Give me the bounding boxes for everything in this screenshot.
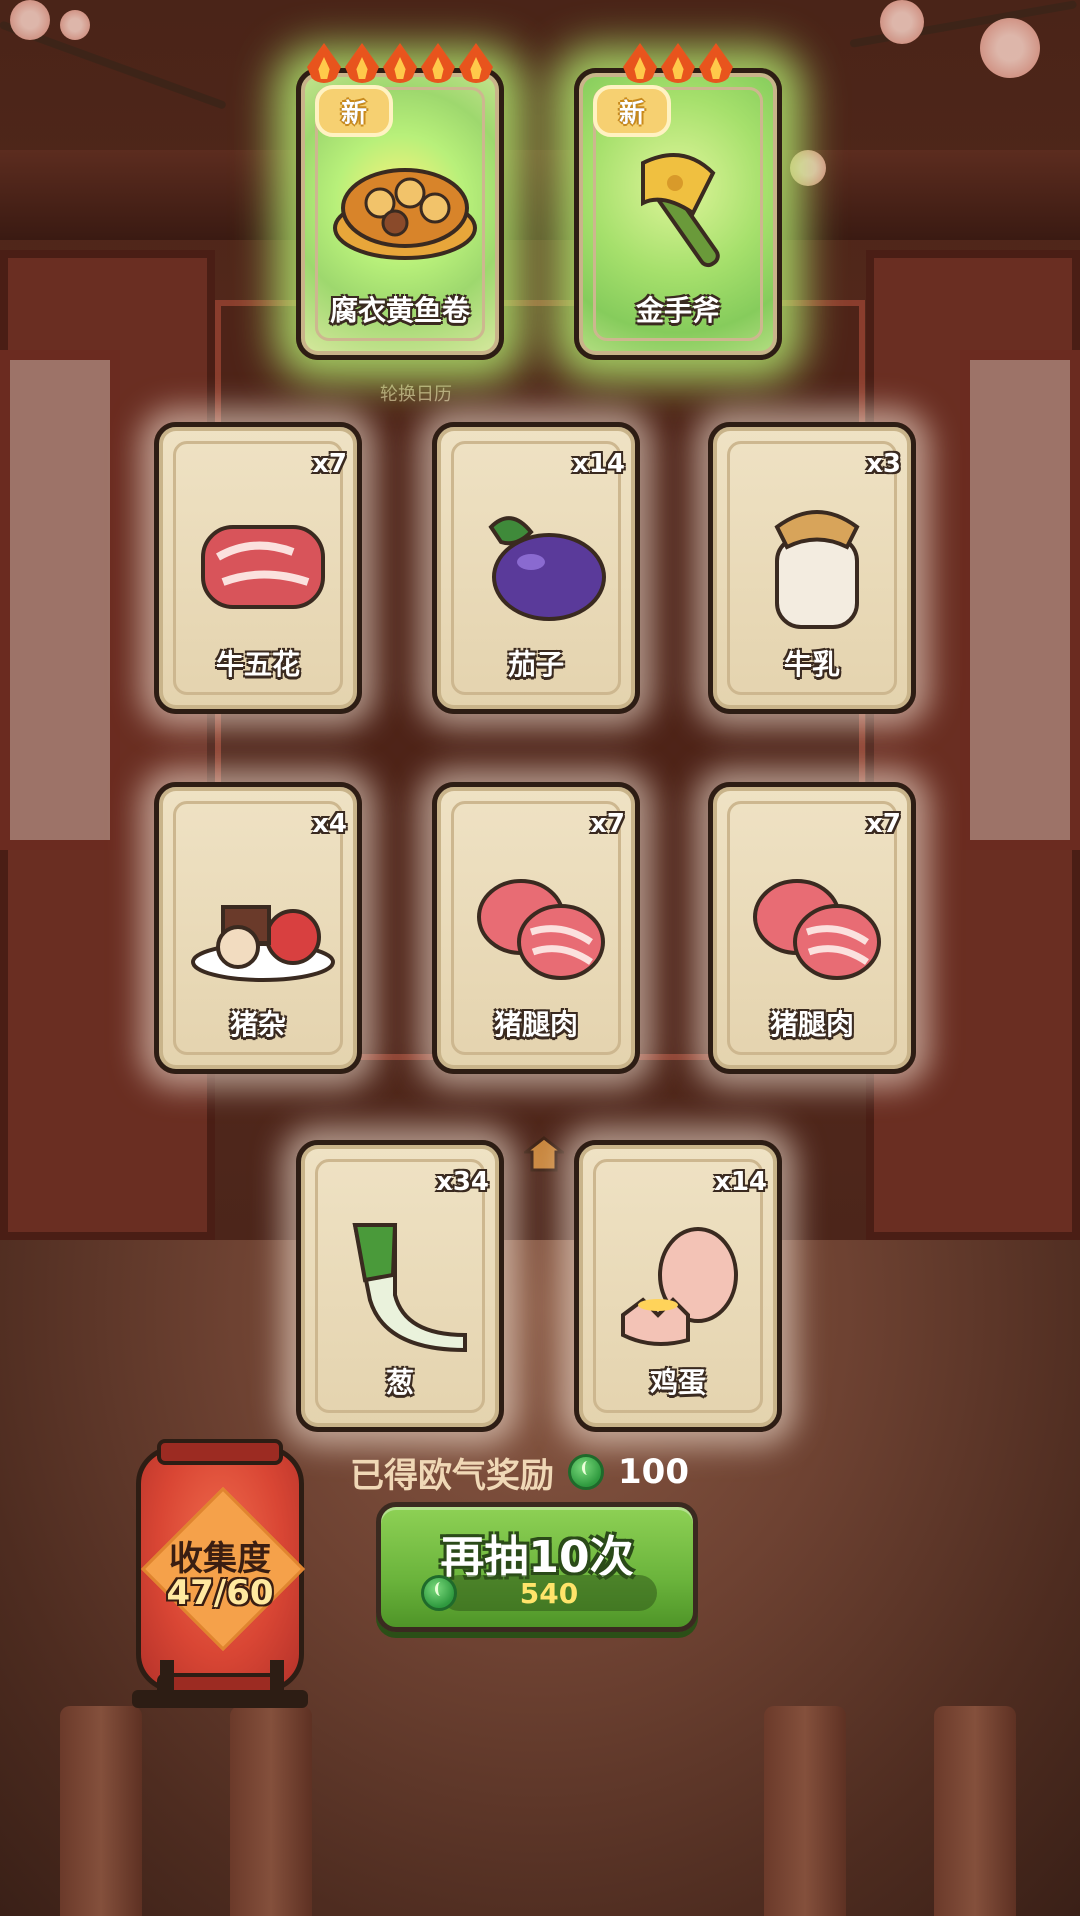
- flame-icon: [699, 43, 733, 83]
- milk-jar-icon: [774, 510, 860, 629]
- scallion-icon: [352, 1223, 467, 1353]
- redraw-cost-value: 540: [519, 1576, 579, 1610]
- ingredient-card[interactable]: x4 猪杂: [154, 782, 362, 1074]
- ingredient-card[interactable]: x7 牛五花: [154, 422, 362, 714]
- card-name: 牛乳: [783, 648, 840, 681]
- card-quantity: x14: [714, 1167, 767, 1197]
- luck-reward: 已得欧气奖励 100: [350, 1450, 730, 1496]
- beef-icon: [201, 525, 325, 609]
- ingredient-card[interactable]: x7 猪腿肉: [432, 782, 640, 1074]
- fence-post: [230, 1706, 312, 1916]
- card-quantity: x4: [312, 809, 347, 839]
- ingredient-card[interactable]: x14 茄子: [432, 422, 640, 714]
- blossom: [60, 10, 90, 40]
- collection-lantern[interactable]: 收集度 47/60: [136, 1439, 306, 1699]
- rarity-flames: [301, 43, 499, 83]
- card-name: 猪腿肉: [769, 1008, 854, 1041]
- ingredient-card[interactable]: x34 葱: [296, 1140, 504, 1432]
- blossom: [790, 150, 826, 186]
- card-quantity: x7: [312, 449, 347, 479]
- card-name: 腐衣黄鱼卷: [329, 294, 470, 327]
- collection-progress: 47/60: [166, 1573, 274, 1613]
- pork-leg-icon: [477, 879, 605, 980]
- featured-card[interactable]: 新 腐衣黄鱼卷: [296, 68, 504, 360]
- rarity-flames: [579, 43, 777, 83]
- fence-post: [934, 1706, 1016, 1916]
- right-window: [960, 350, 1080, 850]
- card-quantity: x3: [866, 449, 901, 479]
- card-quantity: x7: [590, 809, 625, 839]
- card-quantity: x34: [436, 1167, 489, 1197]
- featured-card[interactable]: 新 金手斧: [574, 68, 782, 360]
- egg-icon: [621, 1227, 738, 1346]
- left-window: [0, 350, 120, 850]
- card-name: 鸡蛋: [649, 1366, 706, 1399]
- card-name: 牛五花: [215, 648, 300, 681]
- blossom: [980, 18, 1040, 78]
- blossom: [10, 0, 50, 40]
- beam: [0, 150, 1080, 240]
- calendar-label: 轮换日历: [380, 384, 452, 405]
- house-icon: [524, 1136, 564, 1172]
- flame-icon: [661, 43, 695, 83]
- card-name: 茄子: [507, 648, 564, 681]
- ingredient-card[interactable]: x7 猪腿肉: [708, 782, 916, 1074]
- ingredient-card[interactable]: x14 鸡蛋: [574, 1140, 782, 1432]
- fish-roll-dish-icon: [333, 168, 477, 260]
- lantern-cap: [157, 1439, 283, 1465]
- card-quantity: x7: [866, 809, 901, 839]
- flame-icon: [345, 43, 379, 83]
- flame-icon: [623, 43, 657, 83]
- card-quantity: x14: [572, 449, 625, 479]
- reward-value: 100: [618, 1452, 689, 1492]
- card-name: 葱: [385, 1366, 414, 1399]
- redraw-cost: 540: [421, 1575, 657, 1611]
- fence-post: [764, 1706, 846, 1916]
- jade-coin-icon: [421, 1575, 457, 1611]
- card-name: 金手斧: [635, 294, 720, 327]
- card-name: 猪腿肉: [493, 1008, 578, 1041]
- fence-post: [60, 1706, 142, 1916]
- flame-icon: [307, 43, 341, 83]
- ingredient-card[interactable]: x3 牛乳: [708, 422, 916, 714]
- golden-axe-icon: [641, 153, 720, 268]
- flame-icon: [421, 43, 455, 83]
- flame-icon: [459, 43, 493, 83]
- pork-leg-icon: [753, 879, 881, 980]
- lantern-stand: [132, 1690, 308, 1708]
- eggplant-icon: [488, 516, 606, 621]
- jade-coin-icon: [568, 1454, 604, 1490]
- reward-label: 已得欧气奖励: [350, 1455, 554, 1496]
- card-name: 猪杂: [229, 1008, 286, 1041]
- redraw-10-button[interactable]: 再抽10次 540: [376, 1502, 698, 1632]
- new-badge: 新: [315, 85, 393, 137]
- blossom: [880, 0, 924, 44]
- pork-offal-icon: [191, 905, 335, 982]
- new-badge: 新: [593, 85, 671, 137]
- flame-icon: [383, 43, 417, 83]
